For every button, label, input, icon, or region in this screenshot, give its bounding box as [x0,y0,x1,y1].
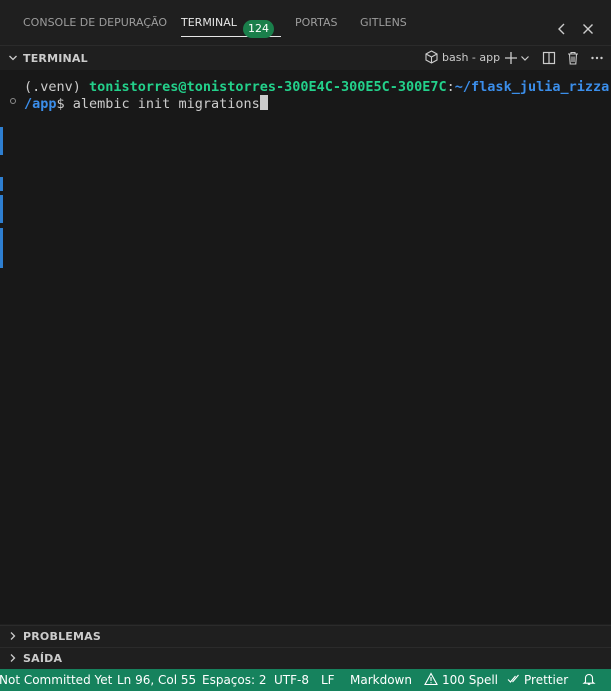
terminal-line: /app$ alembic init migrations [24,95,268,113]
prompt-symbol: $ [56,96,73,112]
command-decoration-icon[interactable] [10,98,16,104]
panel-tab-bar: CONSOLE DE DEPURAÇÃO TERMINAL 124 PORTAS… [0,0,611,46]
encoding-status[interactable]: UTF-8 [274,669,309,691]
prettier-status[interactable]: Prettier [507,669,568,691]
user-host: tonistorres@tonistorres-300E4C-300E5C-30… [89,79,447,95]
chevron-right-icon [8,653,18,663]
tab-debug-console[interactable]: CONSOLE DE DEPURAÇÃO [23,0,167,40]
spell-label: 100 Spell [442,673,499,687]
indentation-status[interactable]: Espaços: 2 [202,669,267,691]
gutter-change-marker [0,127,3,155]
git-blame-status[interactable]: Not Committed Yet [0,669,112,691]
cwd-path-cont: /app [24,96,57,112]
chevron-down-icon [8,53,18,63]
chevron-right-icon [8,631,18,641]
gutter-change-marker [0,195,3,223]
double-check-icon [507,674,519,683]
eol-status[interactable]: LF [321,669,335,691]
chevron-down-icon[interactable] [519,49,531,67]
bell-icon[interactable] [582,669,596,691]
more-actions-icon[interactable] [589,49,605,67]
terminal-line: (.venv) tonistorres@tonistorres-300E4C-3… [24,78,609,96]
shell-label: bash - app [442,51,501,64]
terminal-shell-icon [425,50,438,69]
prompt-colon: : [446,79,455,95]
tab-terminal[interactable]: TERMINAL [181,0,281,40]
split-terminal-icon[interactable] [541,49,557,67]
venv-label: (.venv) [24,79,90,95]
gutter-change-marker [0,228,3,268]
cursor-position[interactable]: Ln 96, Col 55 [117,669,196,691]
chevron-left-icon[interactable] [554,20,570,38]
language-mode[interactable]: Markdown [350,669,412,691]
section-title: TERMINAL [23,52,88,65]
warning-icon [424,672,438,686]
status-bar: Not Committed Yet Ln 96, Col 55 Espaços:… [0,669,611,691]
terminal-count-badge: 124 [243,20,274,38]
prettier-label: Prettier [524,673,569,687]
command-text: alembic init migrations [72,96,260,112]
tab-gitlens[interactable]: GITLENS [360,0,407,40]
trash-icon[interactable] [565,49,581,67]
problems-title: PROBLEMAS [23,630,101,643]
terminal-cursor [259,95,268,110]
cwd-path: ~/flask_julia_rizza [454,79,610,95]
output-section-header[interactable]: SAÍDA [0,647,611,669]
new-terminal-icon[interactable] [503,49,519,67]
tab-ports[interactable]: PORTAS [295,0,338,40]
gutter-change-marker [0,177,3,191]
output-title: SAÍDA [23,652,63,665]
terminal-shell-selector[interactable]: bash - app [425,50,500,66]
problems-section-header[interactable]: PROBLEMAS [0,625,611,647]
spell-status[interactable]: 100 Spell [424,669,498,691]
close-icon[interactable] [580,20,596,38]
terminal-output[interactable]: (.venv) tonistorres@tonistorres-300E4C-3… [0,70,611,624]
